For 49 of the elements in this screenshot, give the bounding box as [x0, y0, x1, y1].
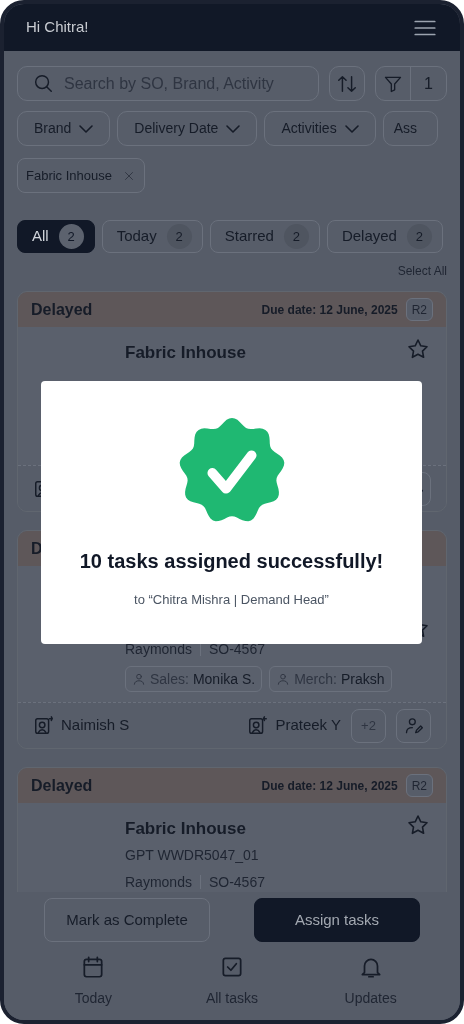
brand-name: Raymonds [125, 873, 192, 892]
user-icon [132, 672, 146, 686]
status-label: Delayed [31, 299, 93, 320]
user-icon [276, 672, 291, 686]
order-number: SO-4567 [208, 640, 265, 659]
user-card-icon [247, 714, 270, 737]
applied-filter-chip[interactable]: Fabric Inhouse [17, 158, 145, 193]
chevron-down-icon [79, 124, 94, 133]
star-icon[interactable] [406, 813, 430, 837]
user-edit-icon [403, 715, 424, 736]
task-title: Fabric Inhouse [125, 342, 246, 364]
task-title: Fabric Inhouse [125, 818, 246, 840]
success-check-icon [178, 418, 285, 524]
mark-complete-button[interactable]: Mark as Complete [44, 898, 210, 942]
filter-tab[interactable]: All 2 [17, 220, 95, 253]
reassign-button[interactable] [396, 708, 431, 743]
filter-dropdown[interactable]: Brand [17, 111, 111, 146]
filter-dropdown[interactable]: Activities [264, 111, 376, 146]
style-code: GPT WWDR5047_01 [125, 846, 259, 865]
filter-tab[interactable]: Delayed 2 [326, 220, 443, 253]
search-icon [32, 72, 54, 94]
count-badge: 2 [166, 224, 192, 249]
star-icon[interactable] [406, 337, 430, 361]
filter-count: 1 [423, 73, 434, 94]
user-card-icon [33, 714, 55, 737]
sort-button[interactable] [329, 66, 365, 101]
assigner-name: Naimish S [61, 715, 130, 736]
due-date: Due date: 12 June, 2025 [261, 777, 398, 795]
count-badge: 2 [283, 224, 309, 249]
greeting: Hi Chitra! [26, 17, 89, 38]
order-number: SO-4567 [208, 873, 265, 892]
count-badge: 2 [406, 224, 432, 249]
count-badge: 2 [58, 224, 84, 249]
filter-dropdown[interactable]: Ass [382, 111, 438, 146]
assignee-name: Prateek Y [275, 715, 341, 736]
revision-tag: R2 [405, 774, 433, 797]
dialog-subtitle: to “Chitra Mishra | Demand Head” [134, 591, 329, 609]
filter-tab[interactable]: Today 2 [101, 220, 203, 253]
filter-tab[interactable]: Starred 2 [209, 220, 320, 253]
status-label: Delayed [31, 775, 93, 796]
filter-button[interactable]: 1 [375, 66, 447, 101]
chevron-down-icon [226, 124, 241, 133]
brand-name: Raymonds [125, 640, 192, 659]
filter-dropdown[interactable]: Delivery Date [117, 111, 258, 146]
revision-tag: R2 [405, 298, 433, 321]
chevron-down-icon [344, 124, 359, 133]
due-date: Due date: 12 June, 2025 [261, 301, 398, 319]
assign-tasks-button[interactable]: Assign tasks [254, 898, 420, 942]
dialog-title: 10 tasks assigned successfully! [79, 549, 384, 574]
